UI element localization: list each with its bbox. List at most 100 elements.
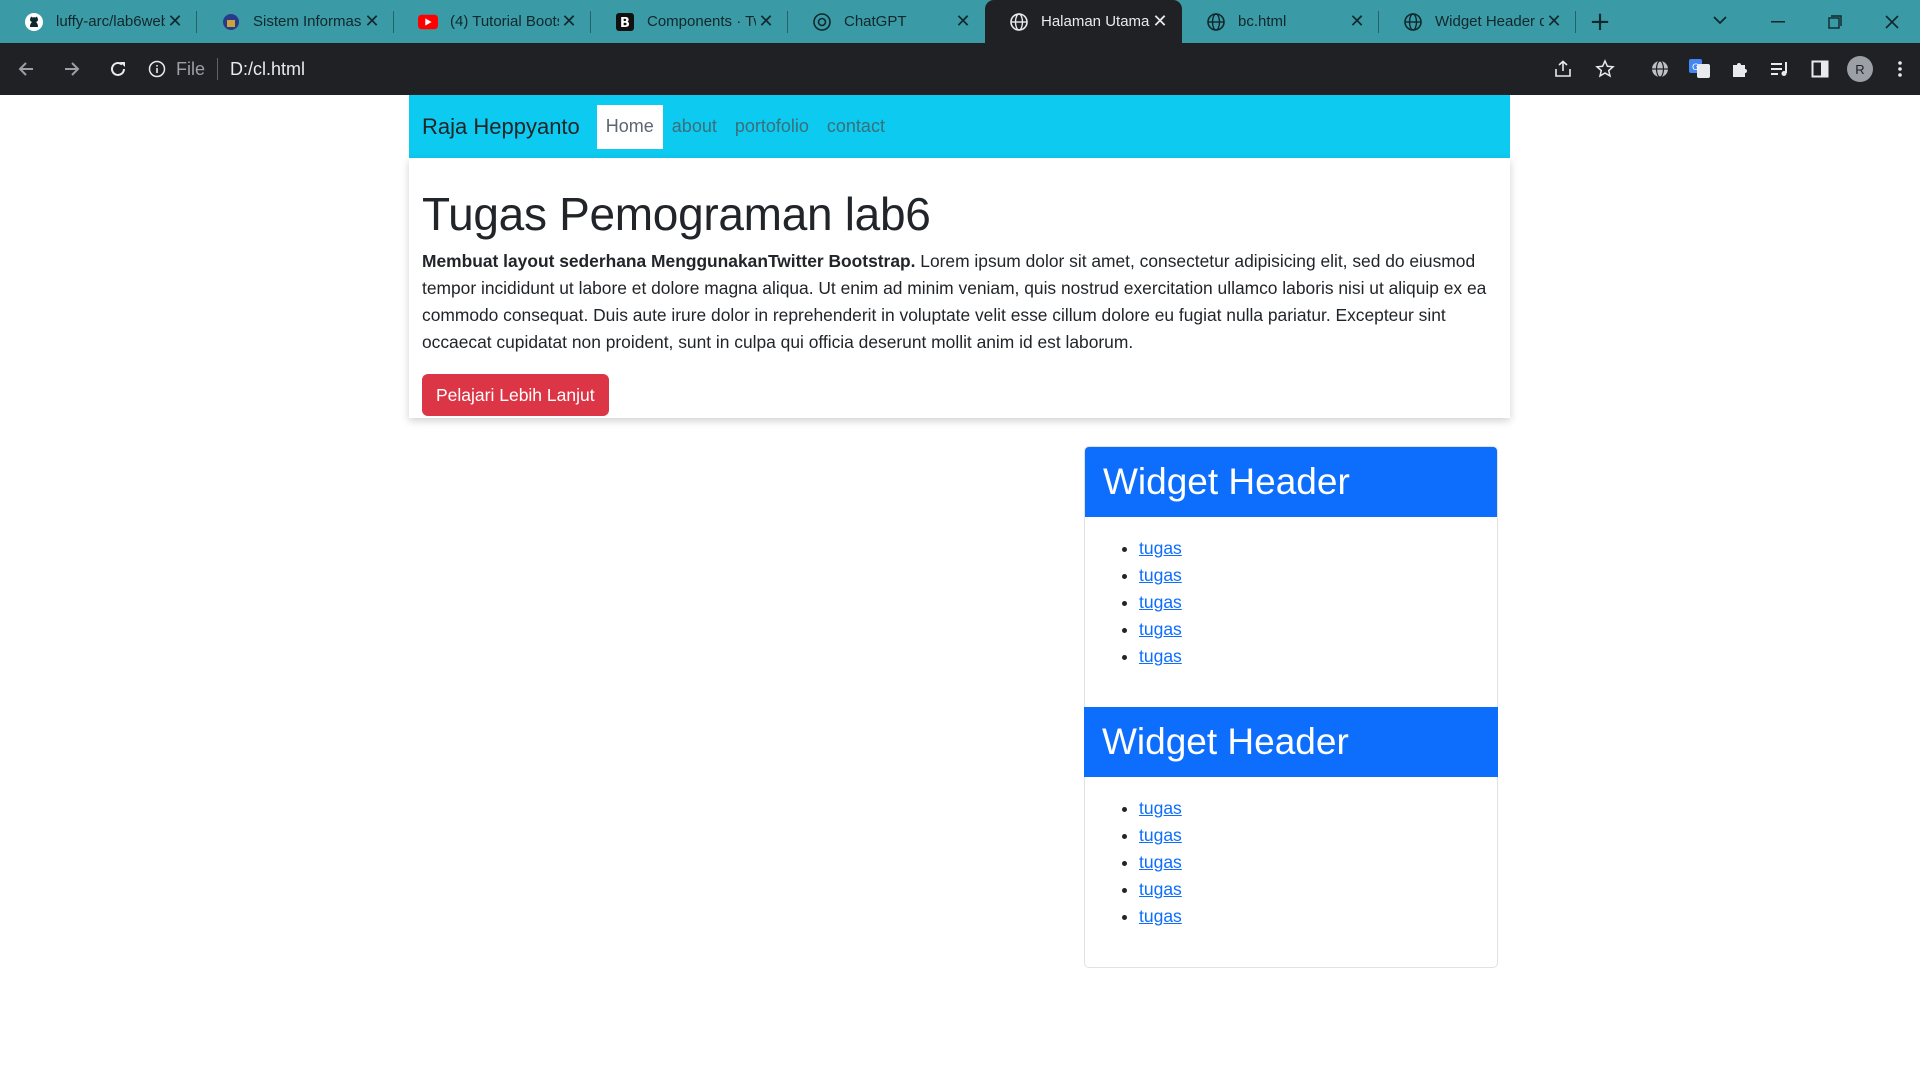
list-item: tugas: [1139, 562, 1497, 589]
translate-icon[interactable]: G: [1680, 49, 1720, 89]
widget-header: Widget Header: [1084, 707, 1498, 777]
info-icon[interactable]: [148, 60, 166, 78]
back-arrow-icon[interactable]: [6, 49, 46, 89]
browser-tab-halaman-utama[interactable]: Halaman Utama ✕: [985, 0, 1182, 43]
list-item: tugas: [1139, 589, 1497, 616]
nav-link-contact[interactable]: contact: [818, 105, 894, 149]
widget-link[interactable]: tugas: [1139, 852, 1182, 872]
globe-extension-icon[interactable]: [1640, 49, 1680, 89]
widget-link[interactable]: tugas: [1139, 646, 1182, 666]
browser-tab-github[interactable]: luffy-arc/lab6web ✕: [0, 0, 197, 43]
widget-link[interactable]: tugas: [1139, 538, 1182, 558]
extensions-area: G R: [1640, 49, 1920, 89]
svg-text:B: B: [620, 16, 630, 31]
widget-list: tugas tugas tugas tugas tugas: [1085, 517, 1497, 707]
tab-close-icon[interactable]: ✕: [559, 11, 579, 32]
widget-header: Widget Header: [1085, 447, 1497, 517]
widget-link[interactable]: tugas: [1139, 565, 1182, 585]
hero-lead-bold: Membuat layout sederhana MenggunakanTwit…: [422, 251, 916, 271]
chatgpt-icon: [812, 12, 832, 32]
forward-arrow-icon[interactable]: [52, 49, 92, 89]
list-item: tugas: [1139, 643, 1497, 670]
hero-lead: Membuat layout sederhana MenggunakanTwit…: [422, 248, 1497, 356]
tab-close-icon[interactable]: ✕: [1150, 11, 1170, 32]
tab-title: bc.html: [1238, 13, 1287, 30]
address-scheme: File: [176, 58, 206, 79]
tab-title: Halaman Utama: [1041, 13, 1150, 30]
more-menu-icon[interactable]: [1880, 49, 1920, 89]
navbar-brand[interactable]: Raja Heppyanto: [422, 114, 580, 140]
tab-close-icon[interactable]: ✕: [362, 11, 382, 32]
widget-link[interactable]: tugas: [1139, 798, 1182, 818]
browser-tab-sistem-informasi[interactable]: Sistem Informasi ✕: [197, 0, 394, 43]
list-item: tugas: [1139, 535, 1497, 562]
university-icon: [221, 12, 241, 32]
browser-tab-components[interactable]: B Components · Twitter ✕: [591, 0, 788, 43]
tab-close-icon[interactable]: ✕: [756, 11, 776, 32]
youtube-icon: [418, 12, 438, 32]
tab-title: luffy-arc/lab6web: [56, 13, 165, 30]
list-item: tugas: [1139, 822, 1497, 849]
github-icon: [24, 12, 44, 32]
widget-link[interactable]: tugas: [1139, 825, 1182, 845]
address-divider: [217, 58, 219, 80]
share-icon[interactable]: [1542, 49, 1584, 89]
window-controls: [1749, 0, 1920, 43]
svg-text:G: G: [1692, 63, 1699, 73]
address-actions: [1542, 49, 1626, 89]
tab-close-icon[interactable]: ✕: [953, 11, 973, 32]
address-url[interactable]: D:/cl.html: [230, 59, 305, 80]
address-bar[interactable]: File D:/cl.html: [136, 49, 1626, 89]
list-item: tugas: [1139, 616, 1497, 643]
browser-tab-strip: luffy-arc/lab6web ✕ Sistem Informasi ✕ (…: [0, 0, 1920, 43]
globe-icon: [1403, 12, 1423, 32]
tab-title: Components · Twitter: [647, 13, 756, 30]
browser-tab-bc-html[interactable]: bc.html ✕: [1182, 0, 1379, 43]
sidebar-widgets: Widget Header tugas tugas tugas tugas tu…: [1084, 446, 1498, 968]
profile-avatar[interactable]: R: [1840, 49, 1880, 89]
nav-link-portofolio[interactable]: portofolio: [726, 105, 818, 149]
list-item: tugas: [1139, 795, 1497, 822]
list-item: tugas: [1139, 876, 1497, 903]
list-item: tugas: [1139, 849, 1497, 876]
browser-tab-youtube[interactable]: (4) Tutorial Bootstrap ✕: [394, 0, 591, 43]
side-panel-icon[interactable]: [1800, 49, 1840, 89]
browser-tab-widget-header[interactable]: Widget Header dan ✕: [1379, 0, 1576, 43]
avatar: R: [1847, 56, 1873, 82]
nav-link-about[interactable]: about: [663, 105, 726, 149]
tab-search-chevron-icon[interactable]: [1700, 0, 1740, 40]
globe-icon: [1206, 12, 1226, 32]
tab-close-icon[interactable]: ✕: [1347, 11, 1367, 32]
tab-close-icon[interactable]: ✕: [165, 11, 185, 32]
tab-separator: [1575, 11, 1576, 33]
new-tab-button[interactable]: +: [1580, 0, 1620, 43]
site-navbar: Raja Heppyanto Home about portofolio con…: [409, 95, 1510, 158]
extensions-puzzle-icon[interactable]: [1720, 49, 1760, 89]
tab-title: ChatGPT: [844, 13, 907, 30]
tab-title: Sistem Informasi: [253, 13, 362, 30]
widget-link[interactable]: tugas: [1139, 619, 1182, 639]
learn-more-button[interactable]: Pelajari Lebih Lanjut: [422, 374, 609, 416]
tab-title: Widget Header dan: [1435, 13, 1544, 30]
widget-link[interactable]: tugas: [1139, 906, 1182, 926]
minimize-icon[interactable]: [1749, 0, 1806, 43]
bookmark-star-icon[interactable]: [1584, 49, 1626, 89]
tab-close-icon[interactable]: ✕: [1544, 11, 1564, 32]
nav-link-home[interactable]: Home: [596, 104, 663, 149]
globe-icon: [1009, 12, 1029, 32]
browser-tab-chatgpt[interactable]: ChatGPT ✕: [788, 0, 985, 43]
bootstrap-icon: B: [615, 12, 635, 32]
widget-link[interactable]: tugas: [1139, 879, 1182, 899]
page-viewport: Raja Heppyanto Home about portofolio con…: [0, 95, 1920, 1080]
reload-icon[interactable]: [98, 49, 138, 89]
page-title: Tugas Pemograman lab6: [422, 188, 931, 240]
browser-toolbar: File D:/cl.html G R: [0, 43, 1920, 95]
widget-list: tugas tugas tugas tugas tugas: [1085, 777, 1497, 967]
close-window-icon[interactable]: [1863, 0, 1920, 43]
widget-link[interactable]: tugas: [1139, 592, 1182, 612]
restore-icon[interactable]: [1806, 0, 1863, 43]
tab-title: (4) Tutorial Bootstrap: [450, 13, 559, 30]
hero-section: Tugas Pemograman lab6 Membuat layout sed…: [409, 158, 1510, 418]
media-queue-icon[interactable]: [1760, 49, 1800, 89]
list-item: tugas: [1139, 903, 1497, 930]
